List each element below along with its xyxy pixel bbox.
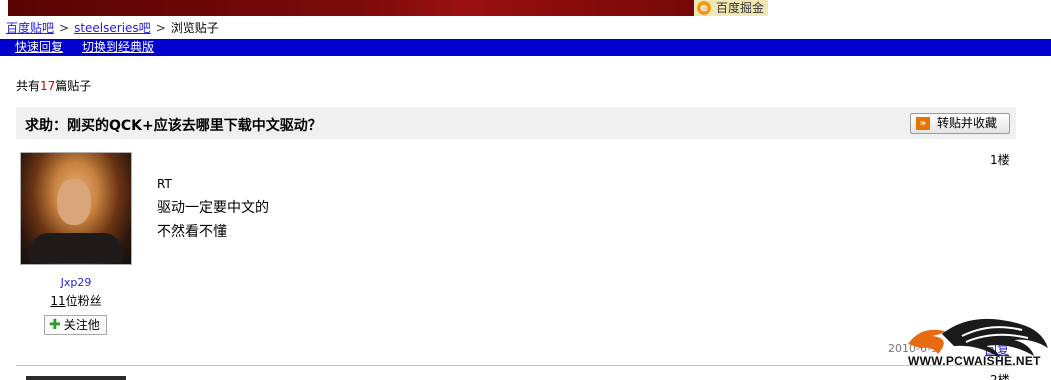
juejin-label: 百度掘金 — [715, 1, 764, 15]
forward-icon: » — [916, 117, 930, 130]
classic-view-link[interactable]: 切换到经典版 — [82, 40, 154, 55]
post-line: 不然看不懂 — [157, 224, 227, 240]
fans-number[interactable]: 11 — [50, 294, 65, 308]
post-content: RT 驱动一定要中文的 不然看不懂 — [157, 172, 269, 244]
thread-title: 求助：刚买的QCK+应该去哪里下载中文驱动？ — [25, 118, 322, 134]
chevron-right-icon: > — [155, 21, 166, 35]
toolbar: 快速回复 切换到经典版 — [0, 39, 1051, 56]
fans-count: 11位粉丝 — [20, 292, 132, 309]
top-banner: e 百度掘金 — [8, 0, 768, 16]
avatar-shirt — [29, 233, 123, 263]
breadcrumb: 百度贴吧 > steelseries吧 > 浏览贴子 — [6, 20, 219, 36]
post-divider — [16, 365, 1016, 366]
breadcrumb-home-link[interactable]: 百度贴吧 — [6, 21, 54, 35]
breadcrumb-forum-link[interactable]: steelseries吧 — [74, 21, 151, 35]
avatar-face — [57, 179, 91, 225]
thread-title-bar: 求助：刚买的QCK+应该去哪里下载中文驱动？ — [16, 107, 1016, 139]
follow-button[interactable]: ✚ 关注他 — [44, 315, 107, 335]
breadcrumb-current: 浏览贴子 — [170, 21, 219, 35]
avatar[interactable] — [20, 152, 132, 265]
author-name[interactable]: Jxp29 — [20, 276, 132, 289]
post-count-prefix: 共有 — [16, 79, 41, 93]
watermark: WWW.PCWAISHE.NET — [902, 314, 1051, 380]
quick-reply-link[interactable]: 快速回复 — [15, 40, 63, 55]
watermark-text: WWW.PCWAISHE.NET — [908, 354, 1041, 368]
plus-icon: ✚ — [49, 317, 61, 333]
favorite-button[interactable]: » 转贴并收藏 — [910, 113, 1010, 134]
post-count-suffix: 篇贴子 — [55, 79, 92, 93]
post-line: RT — [157, 177, 172, 191]
favorite-button-label: 转贴并收藏 — [937, 116, 998, 130]
juejin-icon: e — [696, 1, 711, 15]
follow-button-label: 关注他 — [63, 318, 100, 332]
post-line: 驱动一定要中文的 — [157, 200, 269, 216]
next-avatar[interactable] — [26, 376, 126, 380]
fans-label: 位粉丝 — [65, 294, 102, 308]
floor-number: 1楼 — [990, 153, 1010, 167]
juejin-link[interactable]: e 百度掘金 — [693, 0, 768, 16]
watermark-logo-icon — [908, 318, 1048, 358]
post-count: 共有17篇贴子 — [16, 77, 91, 94]
chevron-right-icon: > — [59, 21, 70, 35]
post-count-number: 17 — [40, 79, 56, 93]
